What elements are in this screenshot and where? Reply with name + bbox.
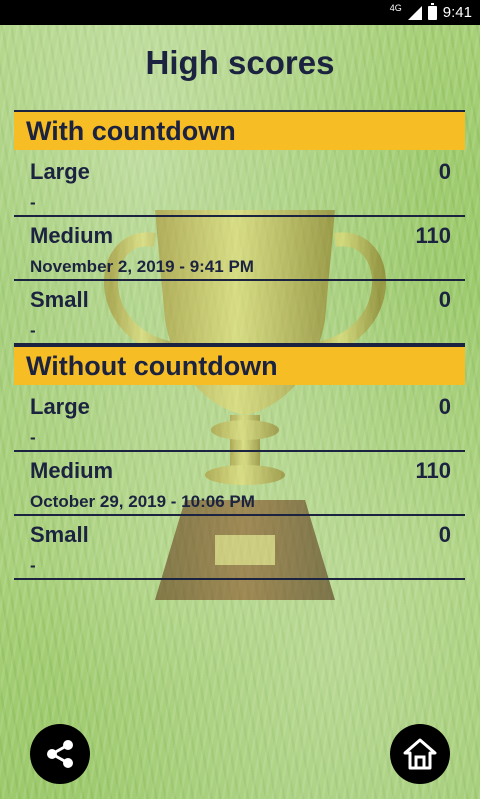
score-value: 110 (415, 458, 452, 483)
section-header-without-countdown: Without countdown (14, 345, 465, 385)
battery-icon (427, 2, 437, 20)
score-size-label: Large (30, 394, 90, 419)
score-row-with-countdown-small: Small 0 - (14, 281, 465, 345)
score-value: 110 (415, 223, 452, 248)
score-date: October 29, 2019 - 10:06 PM (30, 492, 255, 511)
score-row-with-countdown-large: Large 0 - (14, 153, 465, 217)
home-button[interactable] (390, 724, 450, 784)
score-size-label: Small (30, 522, 89, 547)
signal-icon (407, 5, 422, 20)
network-type: 4G (389, 3, 402, 13)
status-time: 9:41 (442, 4, 472, 21)
score-value: 0 (438, 159, 451, 184)
score-size-label: Medium (30, 458, 114, 483)
score-row-with-countdown-medium: Medium 110 November 2, 2019 - 9:41 PM (14, 217, 465, 281)
score-date: - (30, 556, 36, 575)
home-icon (403, 738, 437, 770)
score-size-label: Medium (30, 223, 114, 248)
section-header-with-countdown: With countdown (14, 110, 465, 150)
score-date: November 2, 2019 - 9:41 PM (30, 257, 254, 276)
score-row-without-countdown-small: Small 0 - (14, 516, 465, 580)
score-value: 0 (438, 394, 451, 419)
score-date: - (30, 193, 36, 212)
page-title: High scores (145, 44, 335, 81)
share-button[interactable] (30, 724, 90, 784)
share-icon (47, 740, 73, 768)
score-date: - (30, 321, 36, 340)
score-value: 0 (438, 287, 451, 312)
score-value: 0 (438, 522, 451, 547)
score-row-without-countdown-large: Large 0 - (14, 388, 465, 452)
score-size-label: Small (30, 287, 89, 312)
score-date: - (30, 428, 36, 447)
score-row-without-countdown-medium: Medium 110 October 29, 2019 - 10:06 PM (14, 452, 465, 516)
status-bar: 4G 9:41 (0, 0, 480, 25)
score-size-label: Large (30, 159, 90, 184)
